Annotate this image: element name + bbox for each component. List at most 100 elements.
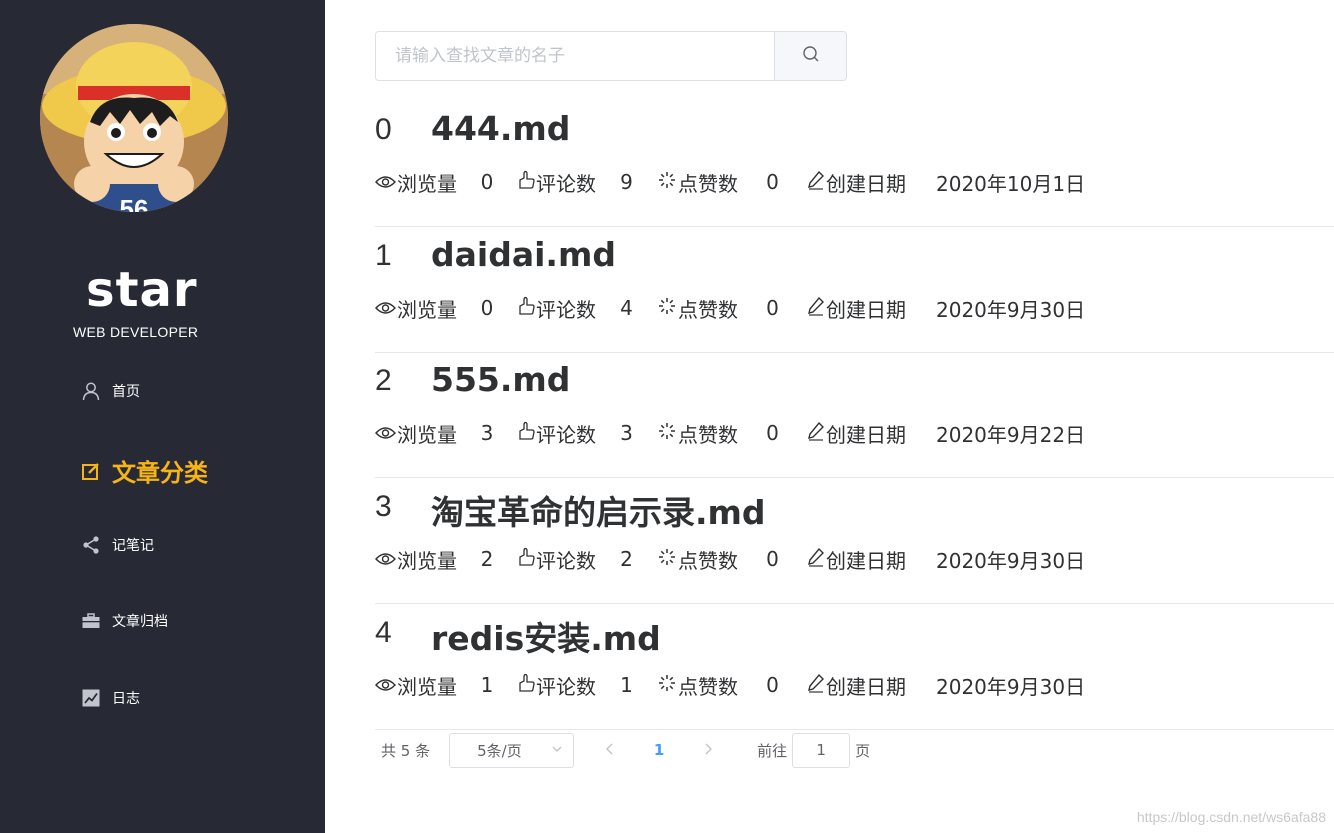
article-item[interactable]: 4 redis安装.md 浏览量 1 评论数 1 点赞数 0 创建日期 2020… bbox=[375, 604, 1334, 730]
nav-item-archive[interactable]: 文章归档 bbox=[80, 610, 168, 632]
likes-label: 点赞数 bbox=[657, 294, 738, 323]
goto-suffix: 页 bbox=[855, 741, 871, 760]
page-number-current[interactable]: 1 bbox=[644, 741, 674, 759]
views-label: 浏览量 bbox=[375, 671, 457, 700]
article-meta: 浏览量 2 评论数 2 点赞数 0 创建日期 2020年9月30日 bbox=[375, 544, 1085, 574]
share-icon bbox=[80, 534, 102, 556]
views-value: 2 bbox=[480, 547, 494, 571]
likes-label-text: 点赞数 bbox=[678, 422, 738, 447]
thumb-icon bbox=[517, 547, 536, 572]
views-value: 3 bbox=[480, 421, 494, 445]
created-date: 2020年10月1日 bbox=[936, 171, 1086, 196]
likes-value: 0 bbox=[766, 170, 779, 194]
views-value: 0 bbox=[480, 296, 494, 320]
likes-label: 点赞数 bbox=[657, 545, 738, 574]
nav-item-home[interactable]: 首页 bbox=[80, 380, 140, 402]
search-button[interactable] bbox=[774, 32, 846, 80]
comments-label-text: 评论数 bbox=[536, 171, 596, 196]
pen-icon bbox=[807, 673, 826, 698]
eye-icon bbox=[375, 547, 397, 571]
avatar[interactable]: 56 bbox=[40, 24, 228, 212]
comments-label: 评论数 bbox=[517, 671, 596, 700]
edit-icon bbox=[80, 460, 102, 482]
likes-value: 0 bbox=[766, 673, 779, 697]
article-item[interactable]: 2 555.md 浏览量 3 评论数 3 点赞数 0 创建日期 2020年9月2… bbox=[375, 352, 1334, 478]
created-label: 创建日期 bbox=[807, 168, 906, 197]
nav-item-categories[interactable]: 文章分类 bbox=[80, 453, 208, 488]
article-title-link[interactable]: daidai.md bbox=[431, 235, 616, 274]
chevron-down-icon bbox=[551, 741, 563, 759]
nav-item-notes[interactable]: 记笔记 bbox=[80, 534, 154, 556]
nav-item-label: 文章归档 bbox=[112, 614, 168, 630]
comments-label-text: 评论数 bbox=[536, 674, 596, 699]
created-label: 创建日期 bbox=[807, 671, 906, 700]
goto-label: 前往 bbox=[757, 741, 788, 760]
created-label-text: 创建日期 bbox=[826, 422, 906, 447]
likes-label: 点赞数 bbox=[657, 168, 738, 197]
article-meta: 浏览量 0 评论数 9 点赞数 0 创建日期 2020年10月1日 bbox=[375, 167, 1085, 197]
article-index: 3 bbox=[375, 490, 392, 523]
sparkle-icon bbox=[657, 673, 678, 698]
comments-label-text: 评论数 bbox=[536, 297, 596, 322]
likes-label: 点赞数 bbox=[657, 671, 738, 700]
likes-value: 0 bbox=[766, 296, 779, 320]
views-label-text: 浏览量 bbox=[397, 297, 457, 322]
page-size-value: 5条/页 bbox=[477, 741, 522, 760]
page-size-select[interactable]: 5条/页 bbox=[449, 732, 575, 768]
search-bar bbox=[375, 31, 847, 81]
brand-name: star bbox=[86, 262, 198, 318]
sidebar: 56 star WEB DEVELOPER 首页 文章分类 记笔记 文章归档 日… bbox=[0, 0, 325, 833]
comments-label: 评论数 bbox=[517, 545, 596, 574]
article-index: 4 bbox=[375, 616, 392, 649]
likes-label: 点赞数 bbox=[657, 419, 738, 448]
article-title-link[interactable]: redis安装.md bbox=[431, 612, 661, 660]
likes-label-text: 点赞数 bbox=[678, 297, 738, 322]
views-label-text: 浏览量 bbox=[397, 171, 457, 196]
article-title-link[interactable]: 444.md bbox=[431, 109, 570, 148]
comments-label: 评论数 bbox=[517, 419, 596, 448]
sparkle-icon bbox=[657, 547, 678, 572]
article-index: 1 bbox=[375, 239, 392, 272]
article-title-link[interactable]: 淘宝革命的启示录.md bbox=[431, 486, 766, 534]
prev-page-icon[interactable] bbox=[600, 741, 620, 759]
article-index: 0 bbox=[375, 113, 392, 146]
created-date: 2020年9月30日 bbox=[936, 297, 1086, 322]
comments-label: 评论数 bbox=[517, 294, 596, 323]
nav-item-label: 日志 bbox=[112, 691, 140, 707]
article-item[interactable]: 0 444.md 浏览量 0 评论数 9 点赞数 0 创建日期 2020年10月… bbox=[375, 101, 1334, 227]
thumb-icon bbox=[517, 421, 536, 446]
views-value: 1 bbox=[480, 673, 494, 697]
thumb-icon bbox=[517, 296, 536, 321]
created-label: 创建日期 bbox=[807, 294, 906, 323]
pen-icon bbox=[807, 296, 826, 321]
comments-label-text: 评论数 bbox=[536, 422, 596, 447]
article-item[interactable]: 1 daidai.md 浏览量 0 评论数 4 点赞数 0 创建日期 2020年… bbox=[375, 227, 1334, 353]
likes-label-text: 点赞数 bbox=[678, 171, 738, 196]
article-title-link[interactable]: 555.md bbox=[431, 360, 570, 399]
eye-icon bbox=[375, 673, 397, 697]
chart-icon bbox=[80, 687, 102, 709]
eye-icon bbox=[375, 170, 397, 194]
likes-label-text: 点赞数 bbox=[678, 674, 738, 699]
goto-page-input[interactable] bbox=[792, 732, 851, 768]
watermark: https://blog.csdn.net/ws6afa88 bbox=[1136, 809, 1326, 825]
comments-value: 1 bbox=[620, 673, 633, 697]
nav-item-label: 记笔记 bbox=[112, 538, 154, 554]
next-page-icon[interactable] bbox=[698, 741, 718, 759]
article-meta: 浏览量 0 评论数 4 点赞数 0 创建日期 2020年9月30日 bbox=[375, 293, 1085, 323]
likes-value: 0 bbox=[766, 547, 779, 571]
article-item[interactable]: 3 淘宝革命的启示录.md 浏览量 2 评论数 2 点赞数 0 创建日期 202… bbox=[375, 478, 1334, 604]
thumb-icon bbox=[517, 170, 536, 195]
comments-label: 评论数 bbox=[517, 168, 596, 197]
created-label-text: 创建日期 bbox=[826, 674, 906, 699]
nav-item-log[interactable]: 日志 bbox=[80, 687, 140, 709]
views-label: 浏览量 bbox=[375, 294, 457, 323]
views-label: 浏览量 bbox=[375, 419, 457, 448]
likes-value: 0 bbox=[766, 421, 779, 445]
article-meta: 浏览量 3 评论数 3 点赞数 0 创建日期 2020年9月22日 bbox=[375, 418, 1085, 448]
search-input[interactable] bbox=[376, 32, 774, 80]
brand-subtitle: WEB DEVELOPER bbox=[73, 324, 199, 340]
pen-icon bbox=[807, 421, 826, 446]
avatar-image: 56 bbox=[40, 24, 228, 212]
views-label: 浏览量 bbox=[375, 168, 457, 197]
